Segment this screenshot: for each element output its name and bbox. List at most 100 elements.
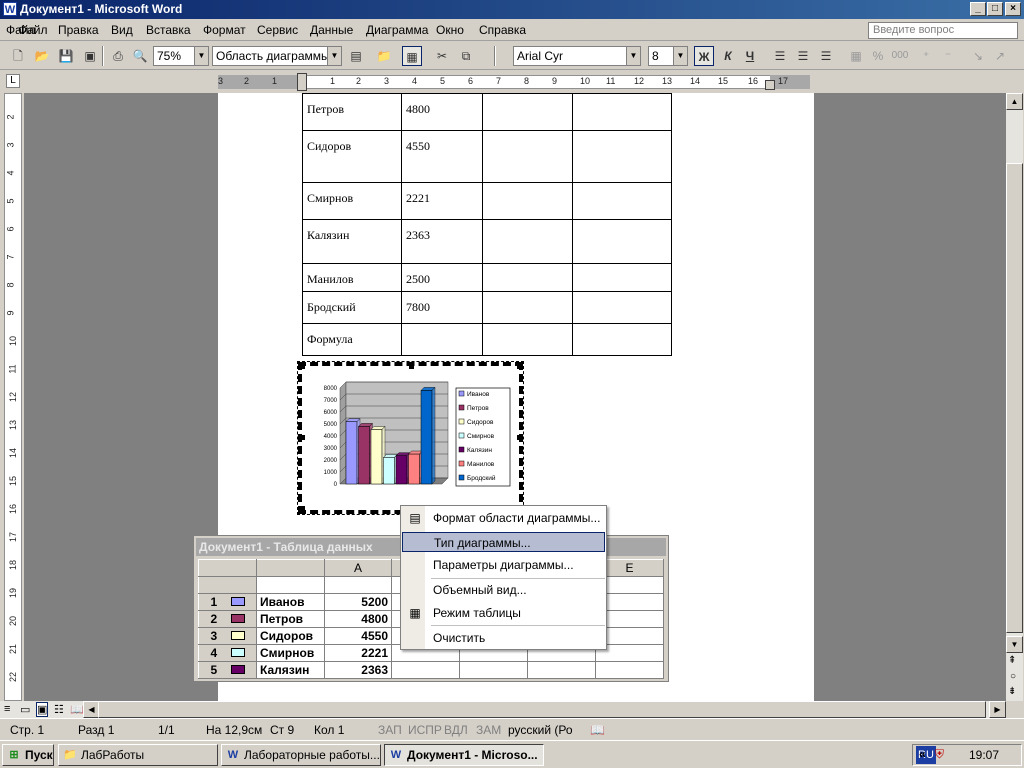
resize-handle[interactable] [300,435,305,440]
select-browse-object-icon[interactable]: ○ [1010,671,1016,682]
resize-handle[interactable] [517,364,522,369]
status-overtype[interactable]: ЗАМ [476,723,501,737]
zoom-dropdown-icon[interactable]: ▼ [194,47,208,65]
table-cell[interactable] [482,263,573,292]
table-cell[interactable] [572,182,672,220]
increase-decimal-icon[interactable]: ⁺ [916,46,936,66]
menu-item-chart-options[interactable]: Параметры диаграммы... [402,555,605,575]
resize-handle[interactable] [409,364,414,369]
reading-layout-icon[interactable]: 📖 [70,703,84,716]
menu-view[interactable]: Вид [111,23,133,37]
table-cell[interactable] [572,93,672,131]
font-dropdown-icon[interactable]: ▼ [626,47,640,65]
chart-objects-dropdown-icon[interactable]: ▼ [327,47,341,65]
table-cell[interactable] [572,263,672,292]
vertical-scrollbar[interactable]: ▲ ▼ ⇞ ○ ⇟ [1006,93,1023,701]
menu-chart[interactable]: Диаграмма [366,23,428,37]
table-cell[interactable] [572,219,672,264]
font-select[interactable]: Arial Cyr ▼ [513,46,641,66]
table-cell[interactable]: Калязин [302,219,402,264]
row-header[interactable]: 4 [198,644,257,662]
series-name-cell[interactable]: Смирнов [256,644,325,662]
resize-handle[interactable] [300,364,305,369]
status-extend[interactable]: ВДЛ [444,723,468,737]
table-cell[interactable] [572,291,672,324]
thousands-button[interactable]: 000 [890,46,910,66]
horizontal-ruler[interactable]: L 3 2 1 1 2 3 4 5 6 7 8 9 10 11 12 13 14… [0,71,1024,93]
bold-button[interactable]: Ж [694,46,714,66]
import-file-icon[interactable]: 📁 [374,46,394,66]
font-size-dropdown-icon[interactable]: ▼ [673,47,687,65]
row-header[interactable]: 3 [198,627,257,645]
corner-cell[interactable] [198,559,257,577]
table-cell[interactable] [482,130,573,183]
tab-selector-icon[interactable]: L [6,74,20,88]
menu-help[interactable]: Справка [479,23,526,37]
table-cell[interactable] [482,93,573,131]
format-chart-area-icon[interactable]: ▤ [346,46,366,66]
table-cell[interactable]: Бродский [302,291,402,324]
taskbar-button-document1[interactable]: W Документ1 - Microso... [384,744,544,766]
menu-tools[interactable]: Сервис [257,23,298,37]
taskbar-button-lab-doc[interactable]: W Лабораторные работы... [221,744,381,766]
series-name-cell[interactable]: Иванов [256,593,325,611]
vertical-ruler[interactable]: 2 3 4 5 6 7 8 9 10 11 12 13 14 15 16 17 … [4,93,22,701]
table-cell[interactable] [482,323,573,356]
menu-item-format-chart-area[interactable]: ▤ Формат области диаграммы... [402,508,605,528]
ask-question-input[interactable]: Введите вопрос [868,22,1018,39]
zoom-select[interactable]: 75% ▼ [153,46,209,66]
web-layout-icon[interactable]: ▭ [20,703,30,716]
antivirus-shield-icon[interactable]: ⛨ [935,747,944,762]
series-value-cell[interactable]: 5200 [324,593,392,611]
table-row[interactable]: 5 Калязин 2363 [198,661,664,679]
scroll-right-icon[interactable]: ▶ [989,701,1006,718]
table-cell[interactable] [572,130,672,183]
menu-item-clear[interactable]: Очистить [402,628,605,648]
horizontal-scroll-thumb[interactable] [98,701,986,718]
scroll-down-icon[interactable]: ▼ [1006,636,1023,653]
menu-item-datasheet[interactable]: ▦ Режим таблицы [402,603,605,623]
print-icon[interactable]: ⎙ [108,46,128,66]
table-cell[interactable]: 4800 [401,93,483,131]
datasheet-cell[interactable] [459,661,528,679]
underline-button[interactable]: Ч [740,46,760,66]
permission-icon[interactable]: ▣ [80,46,100,66]
menu-insert[interactable]: Вставка [146,23,191,37]
column-header[interactable]: A [324,559,392,577]
table-cell[interactable] [482,291,573,324]
italic-button[interactable]: К [718,46,738,66]
series-name-cell[interactable]: Калязин [256,661,325,679]
table-cell[interactable] [482,219,573,264]
word-table[interactable]: Петров 4800 Сидоров 4550 Смирнов 2221 Ка… [302,93,672,356]
table-cell[interactable]: Смирнов [302,182,402,220]
menu-item-3d-view[interactable]: Объемный вид... [402,580,605,600]
table-cell[interactable]: 4550 [401,130,483,183]
datasheet-toggle-icon[interactable]: ▦ [402,46,422,66]
new-document-icon[interactable]: 🗋 [8,46,28,66]
chart-object[interactable]: 8000 7000 6000 5000 4000 3000 2000 1000 0 Иванов П… [297,361,524,515]
clock[interactable]: 19:07 [969,748,999,762]
indent-marker-icon[interactable] [297,73,307,91]
outline-view-icon[interactable]: ☷ [54,703,64,716]
row-header[interactable]: 1 [198,593,257,611]
save-icon[interactable]: 💾 [56,46,76,66]
datasheet-cell[interactable] [595,661,664,679]
status-language[interactable]: русский (Ро [508,723,573,737]
copy-icon[interactable]: ⧉ [456,46,476,66]
table-cell[interactable] [401,323,483,356]
table-cell[interactable]: Манилов [302,263,402,292]
datasheet-cell[interactable] [324,576,392,594]
maximize-button[interactable]: □ [987,2,1003,16]
table-cell[interactable] [482,182,573,220]
column-header[interactable] [256,559,325,577]
close-button[interactable]: × [1005,2,1021,16]
angle-text-up-icon[interactable]: ↗ [990,46,1010,66]
menu-data[interactable]: Данные [310,23,353,37]
angle-text-down-icon[interactable]: ↘ [968,46,988,66]
spelling-status-icon[interactable]: 📖 [590,723,605,737]
vertical-scroll-thumb[interactable] [1006,163,1023,633]
preview-icon[interactable]: 🔍 [130,46,150,66]
cut-icon[interactable]: ✂ [432,46,452,66]
menu-file-label[interactable]: Файл [18,23,48,37]
row-header[interactable] [198,576,257,594]
